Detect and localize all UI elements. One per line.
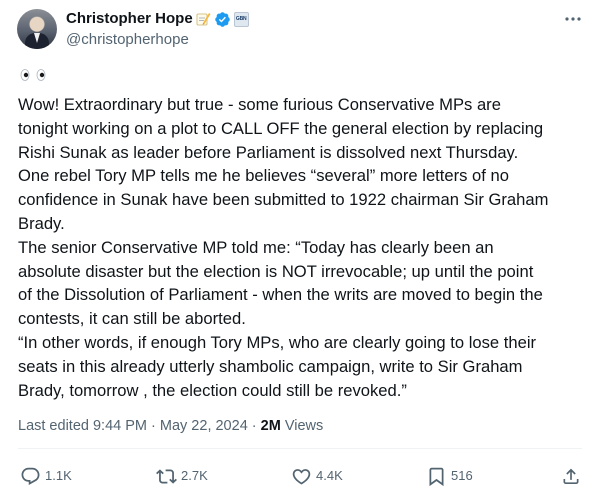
eyes-emoji [18, 68, 48, 82]
more-options-button[interactable] [562, 10, 584, 28]
memo-pencil-icon [195, 11, 211, 27]
tweet-line: tonight working on a plot to CALL OFF th… [18, 118, 544, 138]
repost-icon [156, 468, 177, 484]
affiliation-badge[interactable]: GBN [233, 11, 249, 27]
tweet-text: Wow! Extraordinary but true - some furio… [18, 93, 588, 402]
repost-button[interactable]: 2.7K [156, 464, 208, 488]
eye-left-icon [20, 69, 30, 81]
heart-icon [292, 468, 311, 485]
reply-icon [21, 467, 40, 485]
edited-label[interactable]: Last edited [18, 418, 89, 434]
like-button[interactable]: 4.4K [291, 464, 343, 488]
tweet-date[interactable]: May 22, 2024 [160, 418, 248, 434]
tweet-line: Rishi Sunak as leader before Parliament … [18, 142, 519, 162]
bookmark-button[interactable]: 516 [426, 464, 473, 488]
tweet-line: “In other words, if enough Tory MPs, who… [18, 332, 537, 352]
share-icon [563, 468, 579, 484]
views-label[interactable]: Views [285, 418, 323, 434]
meta-separator: · [251, 418, 257, 434]
repost-count: 2.7K [181, 468, 208, 483]
tweet-line: One rebel Tory MP tells me he believes “… [18, 166, 509, 186]
tweet-line: seats in this already utterly shambolic … [18, 356, 523, 376]
tweet-line: Brady. [18, 213, 65, 233]
tweet-card: Christopher Hope GBN @christopherhope Wo… [0, 0, 598, 497]
reply-button[interactable]: 1.1K [20, 464, 72, 488]
views-count[interactable]: 2M [261, 418, 281, 434]
author-display-name[interactable]: Christopher Hope [66, 9, 193, 29]
tweet-line: absolute disaster but the election is NO… [18, 261, 534, 281]
tweet-time[interactable]: 9:44 PM [93, 418, 147, 434]
author-name-row: Christopher Hope GBN [66, 9, 249, 29]
bookmark-icon [429, 467, 444, 486]
more-dots-icon [565, 17, 581, 21]
tweet-line: confidence in Sunak have been submitted … [18, 190, 549, 210]
like-count: 4.4K [316, 468, 343, 483]
eye-right-icon [36, 69, 46, 81]
divider [18, 448, 582, 449]
share-button[interactable] [561, 465, 581, 487]
tweet-line: of the Dissolution of Parliament - when … [18, 285, 543, 305]
tweet-line: contests, it can still be aborted. [18, 309, 246, 329]
tweet-meta: Last edited 9:44 PM · May 22, 2024 · 2M … [18, 416, 323, 436]
reply-count: 1.1K [45, 468, 72, 483]
meta-separator: · [151, 418, 156, 434]
tweet-line: Brady, tomorrow , the election could sti… [18, 380, 407, 400]
avatar[interactable] [17, 9, 57, 49]
tweet-line: The senior Conservative MP told me: “Tod… [18, 237, 494, 257]
bookmark-count: 516 [451, 468, 473, 483]
tweet-line: Wow! Extraordinary but true - some furio… [18, 95, 501, 114]
author-handle[interactable]: @christopherhope [66, 30, 189, 50]
verified-badge-icon[interactable] [214, 11, 231, 28]
